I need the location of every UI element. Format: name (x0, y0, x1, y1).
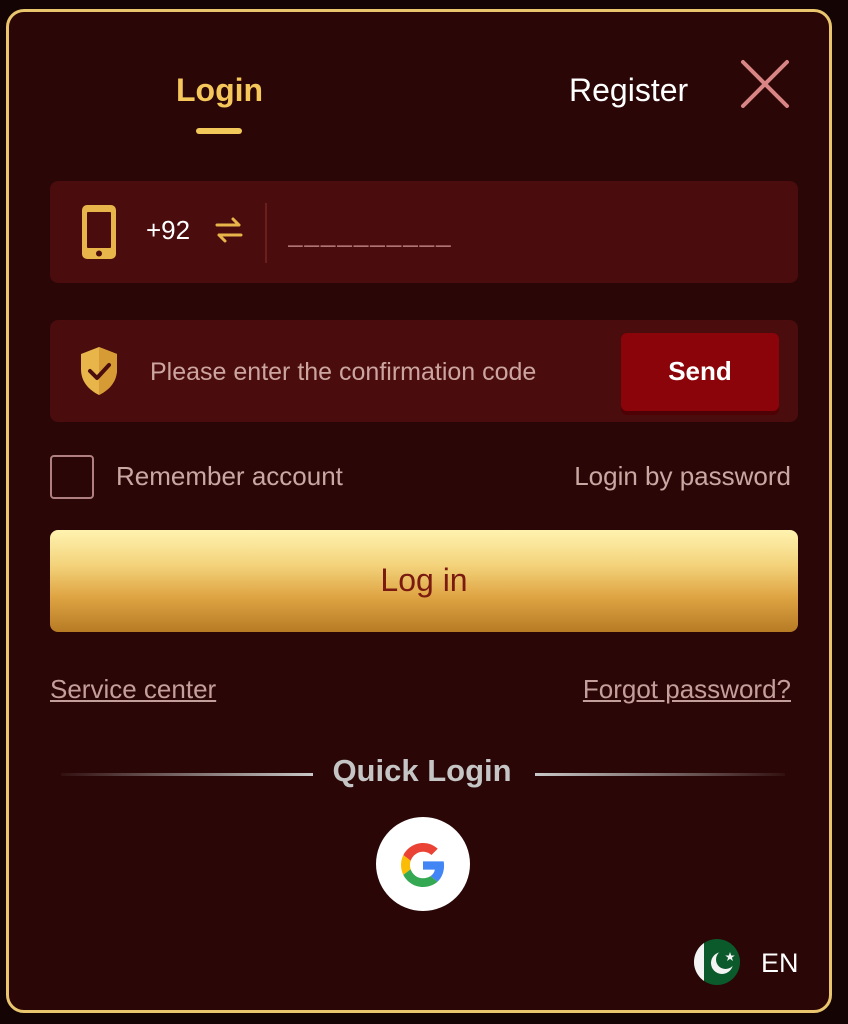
remember-account-label[interactable]: Remember account (116, 461, 343, 492)
confirmation-code-field: Send (50, 320, 798, 422)
confirmation-code-input[interactable] (148, 348, 622, 396)
language-code: EN (761, 948, 799, 978)
tab-register[interactable]: Register (569, 70, 688, 110)
login-by-password-link[interactable]: Login by password (574, 461, 791, 492)
tab-login[interactable]: Login (176, 70, 263, 110)
quick-login-divider-right (535, 773, 785, 776)
phone-icon (82, 205, 116, 259)
remember-account-checkbox[interactable] (50, 455, 94, 499)
language-selector[interactable]: EN (693, 938, 799, 986)
login-button[interactable]: Log in (50, 530, 798, 632)
google-icon (401, 843, 445, 887)
close-icon (741, 60, 789, 108)
send-code-button[interactable]: Send (621, 333, 779, 411)
service-center-link[interactable]: Service center (50, 674, 216, 705)
shield-check-icon (81, 347, 117, 395)
close-button[interactable] (739, 58, 791, 110)
swap-icon (215, 217, 243, 243)
field-divider (265, 203, 267, 263)
login-modal: Login Register +92 Send Remember ac (6, 9, 832, 1013)
country-code[interactable]: +92 (146, 215, 190, 246)
forgot-password-link[interactable]: Forgot password? (583, 674, 791, 705)
active-tab-indicator (196, 128, 242, 134)
google-login-button[interactable] (376, 817, 470, 911)
quick-login-title: Quick Login (332, 753, 512, 788)
pakistan-flag-icon (694, 939, 740, 985)
phone-field: +92 (50, 181, 798, 283)
phone-input[interactable] (286, 209, 770, 257)
